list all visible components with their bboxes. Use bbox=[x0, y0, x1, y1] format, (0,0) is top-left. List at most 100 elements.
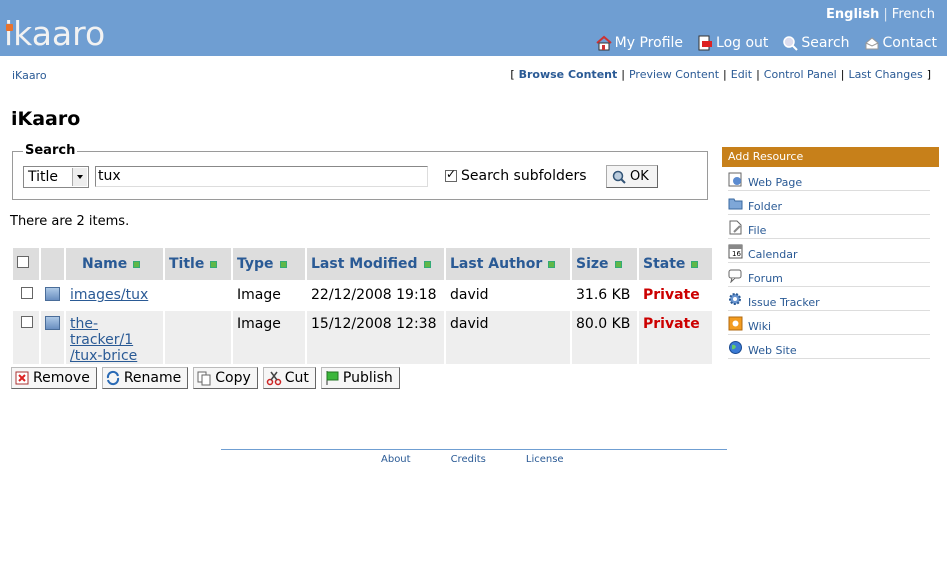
tab-last-changes[interactable]: Last Changes bbox=[848, 68, 922, 81]
column-name[interactable]: Name bbox=[66, 248, 163, 280]
table-row: the-tracker/1/tux-brice Image 15/12/2008… bbox=[13, 311, 712, 364]
header-bar: ikaaro English | French My Profile Log out… bbox=[0, 0, 947, 56]
gear-icon bbox=[728, 292, 743, 307]
item-type: Image bbox=[237, 287, 281, 303]
column-title[interactable]: Title bbox=[165, 248, 231, 280]
search-ok-button[interactable]: OK bbox=[606, 165, 658, 188]
forum-icon bbox=[728, 268, 743, 284]
globe-icon bbox=[728, 340, 743, 355]
table-row: images/tux Image 22/12/2008 19:18 david … bbox=[13, 282, 712, 309]
home-icon bbox=[596, 35, 612, 51]
magnifier-icon bbox=[611, 169, 627, 185]
folder-icon bbox=[728, 196, 743, 211]
footer-links: About Credits License bbox=[381, 454, 604, 465]
scissors-icon bbox=[266, 370, 282, 386]
add-resource-title: Add Resource bbox=[722, 147, 939, 167]
add-calendar[interactable]: 16 Calendar bbox=[728, 239, 930, 263]
language-french[interactable]: French bbox=[892, 7, 935, 22]
wiki-icon bbox=[728, 316, 743, 331]
svg-text:16: 16 bbox=[732, 250, 741, 258]
search-field-select[interactable]: Title bbox=[23, 166, 89, 188]
item-name-link[interactable]: the-tracker/1/tux-brice bbox=[70, 316, 137, 364]
item-state: Private bbox=[639, 311, 712, 364]
column-state[interactable]: State bbox=[639, 248, 712, 280]
sort-icon bbox=[614, 260, 622, 268]
footer-license-link[interactable]: License bbox=[526, 454, 564, 465]
column-size[interactable]: Size bbox=[572, 248, 637, 280]
column-type[interactable]: Type bbox=[233, 248, 305, 280]
calendar-icon: 16 bbox=[728, 244, 743, 259]
action-buttons: Remove Rename Copy Cut Publish bbox=[11, 367, 400, 389]
search-subfolders-checkbox[interactable] bbox=[445, 167, 457, 182]
sort-icon bbox=[279, 260, 287, 268]
mail-icon bbox=[864, 35, 880, 51]
tab-browse-content[interactable]: Browse Content bbox=[519, 68, 618, 81]
add-file[interactable]: File bbox=[728, 215, 930, 239]
remove-icon bbox=[14, 370, 30, 386]
web-page-icon bbox=[728, 172, 743, 187]
item-title bbox=[165, 282, 231, 309]
search-input[interactable]: tux bbox=[95, 166, 428, 187]
select-all-header bbox=[13, 248, 39, 280]
content-table: Name Title Type Last Modified Last Autho… bbox=[11, 246, 714, 366]
item-type: Image bbox=[233, 311, 305, 364]
search-link[interactable]: Search bbox=[782, 35, 850, 51]
sort-icon bbox=[210, 260, 218, 268]
page-title: iKaaro bbox=[11, 108, 81, 130]
item-last-modified: 22/12/2008 19:18 bbox=[311, 287, 437, 303]
search-fieldset: Search Title tux Search subfolders OK bbox=[12, 143, 708, 200]
tab-edit[interactable]: Edit bbox=[731, 68, 752, 81]
footer-credits-link[interactable]: Credits bbox=[451, 454, 486, 465]
door-icon bbox=[697, 35, 713, 51]
sort-icon bbox=[133, 260, 141, 268]
add-issue-tracker[interactable]: Issue Tracker bbox=[728, 287, 930, 311]
add-web-site[interactable]: Web Site bbox=[728, 335, 930, 359]
table-header-row: Name Title Type Last Modified Last Autho… bbox=[13, 248, 712, 280]
tab-preview-content[interactable]: Preview Content bbox=[629, 68, 719, 81]
contact-link[interactable]: Contact bbox=[864, 35, 937, 51]
flag-icon bbox=[324, 370, 340, 386]
image-icon bbox=[45, 316, 60, 330]
copy-button[interactable]: Copy bbox=[193, 367, 258, 389]
language-english[interactable]: English bbox=[826, 7, 879, 22]
items-count: There are 2 items. bbox=[10, 214, 130, 229]
publish-button[interactable]: Publish bbox=[320, 367, 400, 389]
search-subfolders-option: Search subfolders bbox=[445, 167, 587, 184]
item-title bbox=[165, 311, 231, 364]
site-logo[interactable]: ikaaro bbox=[4, 16, 105, 52]
tab-control-panel[interactable]: Control Panel bbox=[764, 68, 837, 81]
rename-icon bbox=[105, 370, 121, 386]
file-icon bbox=[728, 220, 743, 235]
item-state: Private bbox=[643, 287, 700, 303]
remove-button[interactable]: Remove bbox=[11, 367, 97, 389]
chevron-down-icon bbox=[72, 168, 87, 186]
top-navigation: My Profile Log out Search Contact bbox=[596, 35, 937, 51]
row-checkbox[interactable] bbox=[21, 316, 33, 328]
item-name-link[interactable]: images/tux bbox=[70, 287, 148, 303]
breadcrumb[interactable]: iKaaro bbox=[12, 69, 47, 82]
column-last-author[interactable]: Last Author bbox=[446, 248, 570, 280]
row-checkbox[interactable] bbox=[21, 287, 33, 299]
sort-icon bbox=[691, 260, 699, 268]
item-last-author: david bbox=[446, 311, 570, 364]
view-tabs: [Browse Content | Preview Content | Edit | Con… bbox=[510, 68, 931, 81]
my-profile-link[interactable]: My Profile bbox=[596, 35, 683, 51]
add-web-page[interactable]: Web Page bbox=[728, 167, 930, 191]
icon-column-header bbox=[41, 248, 64, 280]
cut-button[interactable]: Cut bbox=[262, 367, 316, 389]
item-size: 80.0 KB bbox=[572, 311, 637, 364]
rename-button[interactable]: Rename bbox=[101, 367, 189, 389]
search-legend: Search bbox=[23, 143, 78, 158]
copy-icon bbox=[196, 370, 212, 386]
select-all-checkbox[interactable] bbox=[17, 256, 29, 268]
item-last-modified: 15/12/2008 12:38 bbox=[307, 311, 444, 364]
footer-about-link[interactable]: About bbox=[381, 454, 411, 465]
language-switcher: English | French bbox=[826, 7, 935, 22]
add-forum[interactable]: Forum bbox=[728, 263, 930, 287]
add-wiki[interactable]: Wiki bbox=[728, 311, 930, 335]
logout-link[interactable]: Log out bbox=[697, 35, 768, 51]
footer: About Credits License bbox=[221, 449, 727, 465]
column-last-modified[interactable]: Last Modified bbox=[307, 248, 444, 280]
add-resource-panel: Add Resource Web Page Folder File 16 Cal… bbox=[722, 147, 939, 359]
add-folder[interactable]: Folder bbox=[728, 191, 930, 215]
